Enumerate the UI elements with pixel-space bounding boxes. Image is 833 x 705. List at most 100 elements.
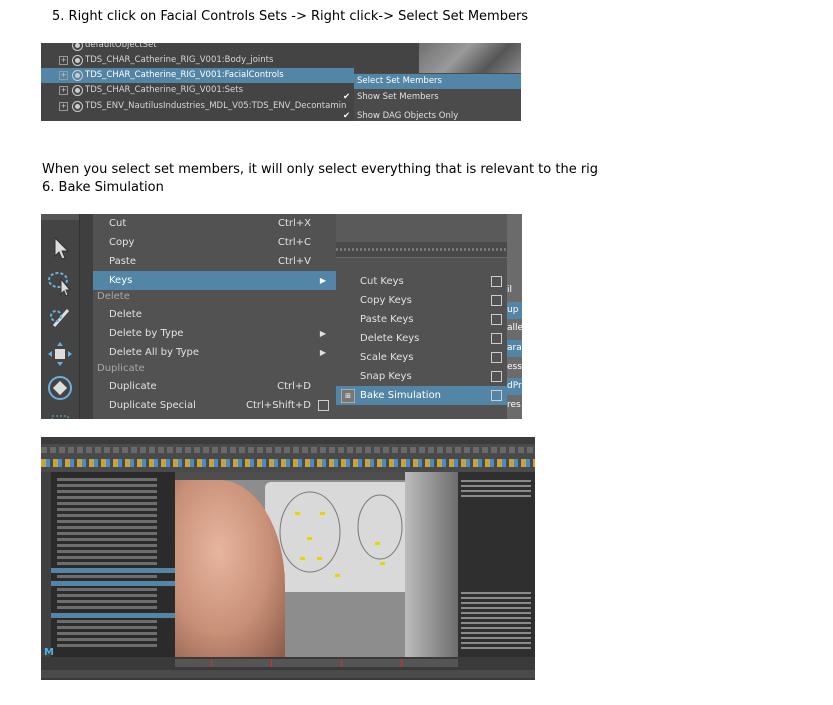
expand-icon[interactable]: + [59,102,68,111]
shortcut-text: Ctrl+C [277,237,311,248]
menu-item-scale-keys[interactable]: Scale Keys [336,348,508,367]
outliner-row[interactable]: + TDS_CHAR_Catherine_RIG_V001:Body_joint… [41,53,521,68]
outliner-row[interactable] [57,550,157,553]
outliner-panel[interactable] [51,472,175,657]
set-members-note: When you select set members, it will onl… [42,162,599,177]
outliner-row[interactable] [57,626,157,629]
menu-item-delete-keys[interactable]: Delete Keys [336,329,508,348]
rotate-tool-icon[interactable] [46,374,74,402]
status-line[interactable] [41,447,535,453]
control-marker[interactable] [307,537,312,540]
menu-item-delete[interactable]: Delete [93,305,336,324]
menu-item-cut-keys[interactable]: Cut Keys [336,272,508,291]
main-menu-bar[interactable] [41,437,535,444]
option-box-icon[interactable] [491,371,502,382]
outliner-row[interactable] [57,575,157,578]
outliner-row[interactable] [57,556,157,559]
control-marker[interactable] [295,512,300,515]
outliner-row[interactable] [57,496,157,499]
lasso-tool-icon[interactable] [46,269,74,297]
menu-item-snap-keys[interactable]: Snap Keys [336,367,508,386]
scale-tool-icon[interactable] [46,409,74,419]
outliner-row[interactable] [57,620,157,623]
outliner-row[interactable]: + TDS_ENV_NautilusIndustries_MDL_V05:TDS… [41,99,354,114]
shelf-icons[interactable] [41,459,535,467]
submenu-arrow-icon: ▶ [319,348,326,357]
outliner-row[interactable] [57,644,157,647]
move-tool-icon[interactable] [46,340,74,368]
menu-item-keys[interactable]: Keys ▶ [93,271,336,290]
option-box-icon[interactable] [491,295,502,306]
outliner-row[interactable] [57,562,157,565]
outliner-row-selected[interactable] [51,581,175,586]
expand-icon[interactable]: + [59,56,68,65]
menu-item-copy[interactable]: Copy Ctrl+C [93,233,336,252]
select-set-members-item[interactable]: Select Set Members [354,74,521,89]
outliner-row[interactable] [57,532,157,535]
control-marker[interactable] [317,557,322,560]
maya-menu-set-label[interactable]: M [44,647,54,658]
paint-select-tool-icon[interactable] [46,304,74,332]
menu-item-label: Keys [109,275,133,286]
option-box-icon[interactable] [491,276,502,287]
outliner-row[interactable] [57,484,157,487]
outliner-row-selected[interactable] [51,613,175,618]
outliner-row[interactable] [57,514,157,517]
channel-box-rows[interactable] [461,480,531,500]
outliner-row[interactable] [57,520,157,523]
control-marker[interactable] [320,512,325,515]
outliner-row[interactable] [57,508,157,511]
outliner-row[interactable] [57,526,157,529]
outliner-row[interactable] [57,632,157,635]
control-marker[interactable] [300,557,305,560]
bake-simulation-icon: ⊞ [341,389,355,403]
menu-item-copy-keys[interactable]: Copy Keys [336,291,508,310]
menu-item-paste-keys[interactable]: Paste Keys [336,310,508,329]
outliner-row[interactable] [57,594,157,597]
outliner-row[interactable] [57,600,157,603]
outliner-row[interactable] [57,502,157,505]
menu-item-delete-by-type[interactable]: Delete by Type ▶ [93,324,336,343]
show-set-members-item[interactable]: ✔ Show Set Members [343,90,521,105]
viewport-panel[interactable] [175,472,458,657]
control-marker[interactable] [335,574,340,577]
outliner-row[interactable]: defaultObjectSet [41,43,521,53]
range-slider[interactable] [41,670,535,678]
outliner-row[interactable] [57,588,157,591]
menu-item-cut[interactable]: Cut Ctrl+X [93,214,336,233]
option-box-icon[interactable] [491,390,502,401]
channel-box-panel[interactable] [458,472,535,657]
menu-item-delete-all-by-type[interactable]: Delete All by Type ▶ [93,343,336,362]
outliner-row[interactable] [57,606,157,609]
tool-box[interactable] [41,472,51,657]
expand-icon[interactable]: + [59,86,68,95]
outliner-row[interactable] [57,638,157,641]
option-box-icon[interactable] [491,352,502,363]
option-box-icon[interactable] [491,333,502,344]
control-marker[interactable] [375,542,380,545]
option-box-icon[interactable] [318,400,329,411]
outliner-row-selected[interactable]: + TDS_CHAR_Catherine_RIG_V001:FacialCont… [41,68,354,83]
shelf-toolbar[interactable] [41,444,535,472]
expand-icon[interactable]: + [59,71,68,80]
menu-item-paste[interactable]: Paste Ctrl+V [93,252,336,271]
time-slider[interactable] [41,657,535,680]
control-marker[interactable] [380,562,385,565]
option-box-icon[interactable] [491,314,502,325]
outliner-row[interactable] [57,544,157,547]
menu-item-duplicate[interactable]: Duplicate Ctrl+D [93,377,336,396]
object-set-icon [72,55,83,66]
outliner-row-selected[interactable] [51,568,175,573]
timeline-track[interactable] [175,659,458,667]
outliner-row[interactable] [57,538,157,541]
outliner-row[interactable] [57,490,157,493]
show-dag-objects-only-item[interactable]: ✔ Show DAG Objects Only [343,109,521,121]
menu-item-bake-simulation[interactable]: ⊞ Bake Simulation [336,386,508,405]
background-panel-fragments: il up alle ara ess dPr res [507,214,522,419]
keyframe-tick [211,659,212,667]
outliner-row[interactable] [57,478,157,481]
menu-item-duplicate-special[interactable]: Duplicate Special Ctrl+Shift+D [93,396,336,415]
tear-off-line[interactable] [336,248,508,251]
select-tool-icon[interactable] [46,234,74,262]
layer-editor-rows[interactable] [461,592,531,652]
